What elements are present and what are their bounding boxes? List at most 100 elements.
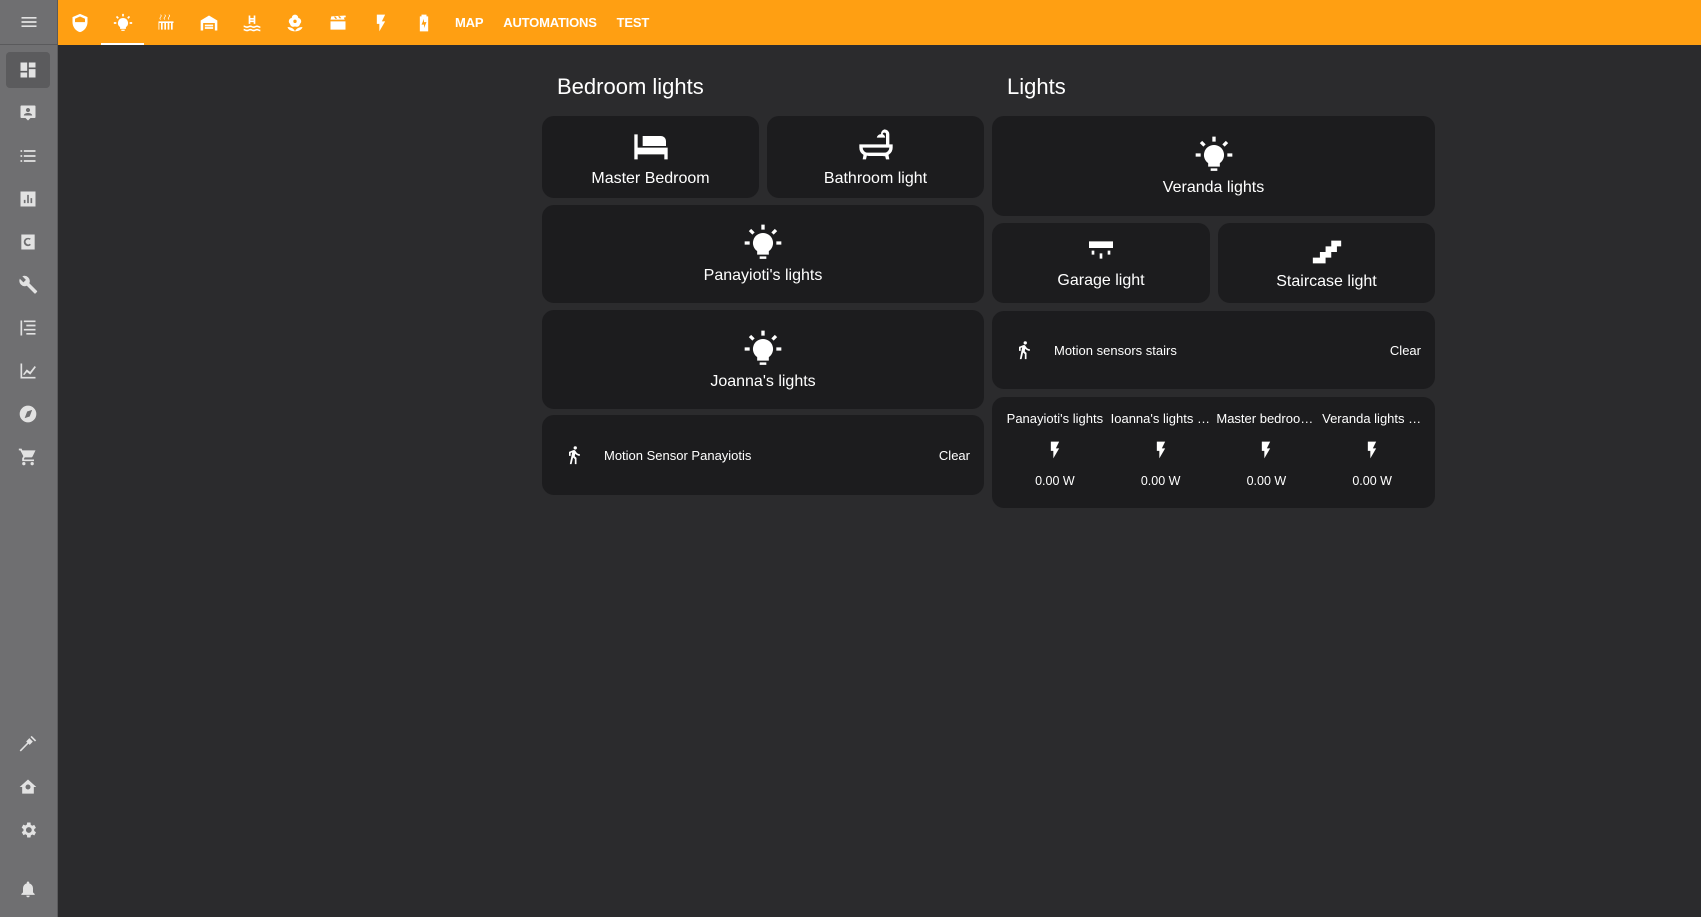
bell-icon xyxy=(21,881,35,898)
glance-value: 0.00 W xyxy=(1352,474,1392,488)
tab-security[interactable] xyxy=(58,0,101,45)
tab-energy[interactable] xyxy=(359,0,402,45)
glance-name: Veranda lights power xyxy=(1322,411,1423,426)
tab-garden[interactable] xyxy=(273,0,316,45)
motion-sensors-stairs-row[interactable]: Motion sensors stairs Clear xyxy=(992,311,1435,389)
wrench-icon xyxy=(19,275,38,294)
glance-item-ioanna[interactable]: Ioanna's lights power 0.00 W xyxy=(1111,397,1211,508)
stairs-icon xyxy=(1310,235,1344,269)
sidebar-item-logbook[interactable] xyxy=(6,310,50,346)
sidebar xyxy=(0,0,58,917)
walk-icon xyxy=(564,445,584,465)
home-settings-icon xyxy=(19,779,37,794)
chart-icon xyxy=(20,191,36,207)
tab-map[interactable]: MAP xyxy=(445,0,493,45)
section-title-lights: Lights xyxy=(1007,74,1066,99)
tab-garage[interactable] xyxy=(187,0,230,45)
section-title-bedroom-lights: Bedroom lights xyxy=(557,74,704,99)
tab-battery[interactable] xyxy=(402,0,445,45)
sidebar-item-settings[interactable] xyxy=(6,812,50,848)
glance-name: Panayioti's lights xyxy=(1006,411,1104,426)
garage-light-button[interactable]: Garage light xyxy=(992,223,1210,303)
hamburger-menu-icon xyxy=(21,17,36,27)
flash-icon xyxy=(1362,440,1382,460)
sidebar-item-list[interactable] xyxy=(6,138,50,174)
tab-heating[interactable] xyxy=(144,0,187,45)
flash-icon xyxy=(1151,440,1171,460)
glance-name: Ioanna's lights power xyxy=(1110,411,1211,426)
glance-item-master-bedroom[interactable]: Master bedroom power 0.00 W xyxy=(1216,397,1316,508)
card-label: Garage light xyxy=(1057,272,1145,289)
veranda-lights-button[interactable]: Veranda lights xyxy=(992,116,1435,216)
sidebar-item-developer[interactable] xyxy=(6,726,50,762)
panayioti-lights-button[interactable]: Panayioti's lights xyxy=(542,205,984,303)
media-icon xyxy=(19,405,37,423)
lightbulb-icon xyxy=(743,223,783,263)
glance-item-veranda[interactable]: Veranda lights power 0.00 W xyxy=(1322,397,1422,508)
tab-lights[interactable] xyxy=(101,0,144,45)
pool-icon xyxy=(243,15,260,31)
card-label: Bathroom light xyxy=(823,170,928,187)
flash-icon xyxy=(371,13,391,33)
ceiling-light-icon xyxy=(1085,236,1117,268)
sidebar-item-supervisor[interactable] xyxy=(6,769,50,805)
garage-icon xyxy=(200,15,217,30)
lightbulb-icon xyxy=(113,13,133,33)
card-label: Joanna's lights xyxy=(710,372,816,390)
hammer-icon xyxy=(19,735,37,752)
menu-toggle-button[interactable] xyxy=(0,0,57,45)
sidebar-item-notifications[interactable] xyxy=(6,871,50,907)
tab-test[interactable]: TEST xyxy=(607,0,659,45)
battery-icon xyxy=(419,14,428,31)
card-label: Panayioti's lights xyxy=(703,267,823,284)
flash-icon xyxy=(1045,440,1065,460)
glance-value: 0.00 W xyxy=(1246,474,1287,488)
lightbulb-icon xyxy=(1194,135,1234,175)
motion-sensor-panayiotis-row[interactable]: Motion Sensor Panayiotis Clear xyxy=(542,415,984,495)
tab-media[interactable] xyxy=(316,0,359,45)
account-icon xyxy=(20,105,36,121)
entity-name: Motion sensors stairs xyxy=(1054,342,1177,358)
sidebar-item-energy[interactable] xyxy=(6,181,50,217)
master-bedroom-button[interactable]: Master Bedroom xyxy=(542,116,759,198)
power-glance-card: Panayioti's lights 0.00 W Ioanna's light… xyxy=(992,397,1435,508)
sidebar-item-tools[interactable] xyxy=(6,267,50,303)
bed-icon xyxy=(631,126,671,166)
flash-icon xyxy=(1256,440,1276,460)
staircase-light-button[interactable]: Staircase light xyxy=(1218,223,1435,303)
bathtub-icon xyxy=(856,126,896,166)
glance-value: 0.00 W xyxy=(1035,474,1075,488)
gear-icon xyxy=(21,822,36,838)
radiator-icon xyxy=(158,14,173,30)
card-label: Staircase light xyxy=(1276,273,1377,290)
card-label: Veranda lights xyxy=(1162,179,1265,196)
walk-icon xyxy=(1014,340,1034,360)
sidebar-item-media[interactable] xyxy=(6,396,50,432)
sidebar-item-shopping[interactable] xyxy=(6,439,50,475)
tab-pool[interactable] xyxy=(230,0,273,45)
entity-state: Clear xyxy=(1389,342,1421,358)
view-tabs-bar: MAP AUTOMATIONS TEST xyxy=(58,0,1701,45)
card-label: Master Bedroom xyxy=(591,170,710,187)
bathroom-light-button[interactable]: Bathroom light xyxy=(767,116,984,198)
sidebar-item-calendar[interactable] xyxy=(6,224,50,260)
sidebar-item-history[interactable] xyxy=(6,353,50,389)
glance-name: Master bedroom power xyxy=(1216,411,1316,426)
sidebar-item-person[interactable] xyxy=(6,95,50,131)
cart-icon xyxy=(18,448,36,466)
sidebar-item-overview[interactable] xyxy=(6,52,50,88)
list-icon xyxy=(20,150,36,162)
clapperboard-icon xyxy=(330,15,346,30)
shield-icon xyxy=(72,13,87,32)
lightbulb-icon xyxy=(743,329,783,369)
entity-name: Motion Sensor Panayiotis xyxy=(604,447,752,463)
entity-state: Clear xyxy=(938,447,970,463)
tab-automations[interactable]: AUTOMATIONS xyxy=(493,0,606,45)
joanna-lights-button[interactable]: Joanna's lights xyxy=(542,310,984,409)
glance-item-panayioti[interactable]: Panayioti's lights 0.00 W xyxy=(1005,397,1105,508)
glance-value: 0.00 W xyxy=(1140,474,1181,488)
calendar-icon xyxy=(21,234,35,250)
dashboard-icon xyxy=(20,62,36,78)
logbook-icon xyxy=(20,320,36,336)
history-icon xyxy=(20,363,36,379)
